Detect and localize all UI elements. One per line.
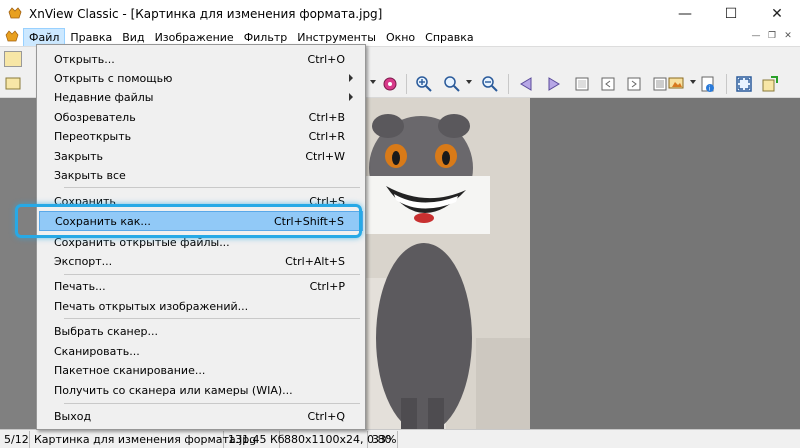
maximize-button[interactable]: ☐ (708, 0, 754, 28)
menu-item-close[interactable]: Закрыть Ctrl+W (39, 146, 363, 166)
status-bar: 5/12 Картинка для изменения формата.jpg … (0, 429, 800, 448)
dropdown-arrow-icon[interactable] (370, 80, 376, 84)
menu-item-print-open-images[interactable]: Печать открытых изображений... (39, 296, 363, 316)
red-eye-icon[interactable] (380, 74, 400, 94)
document-menu-icon[interactable] (5, 30, 19, 44)
info-icon[interactable]: i (698, 74, 718, 94)
menu-separator (64, 318, 360, 319)
window-title: XnView Classic - [Картинка для изменения… (29, 7, 383, 21)
next-image-icon[interactable] (544, 74, 564, 94)
status-dimensions: 880x1100x24, 0.80 (280, 430, 392, 448)
image-preview (366, 98, 530, 429)
mdi-minimize-button[interactable]: — (748, 28, 764, 44)
menu-item-open[interactable]: Открыть... Ctrl+O (39, 49, 363, 69)
mdi-close-button[interactable]: ✕ (780, 28, 796, 44)
minimize-button[interactable]: — (662, 0, 708, 28)
menu-view[interactable]: Вид (117, 29, 149, 46)
slideshow-icon[interactable] (666, 74, 686, 94)
menu-item-close-all[interactable]: Закрыть все (39, 165, 363, 185)
convert-icon[interactable] (760, 74, 780, 94)
menu-item-recent-files[interactable]: Недавние файлы (39, 87, 363, 107)
menu-window[interactable]: Окно (381, 29, 420, 46)
menu-filter[interactable]: Фильтр (239, 29, 293, 46)
menu-image[interactable]: Изображение (150, 29, 239, 46)
toolbar-separator (726, 74, 727, 94)
status-filesize: 131.45 Кб (224, 430, 285, 448)
menu-item-acquire-wia[interactable]: Получить со сканера или камеры (WIA)... (39, 380, 363, 400)
close-button[interactable]: ✕ (754, 0, 800, 28)
menu-edit[interactable]: Правка (65, 29, 117, 46)
zoom-in-icon[interactable] (414, 74, 434, 94)
save-as-highlight-ring (15, 204, 362, 238)
previous-image-icon[interactable] (516, 74, 536, 94)
status-filename: Картинка для изменения формата.jpg (30, 430, 256, 448)
menu-item-export[interactable]: Экспорт... Ctrl+Alt+S (39, 251, 363, 271)
next-page-icon[interactable] (624, 74, 644, 94)
browser-icon[interactable] (4, 74, 24, 94)
xnview-app-icon (8, 7, 22, 19)
title-bar: XnView Classic - [Картинка для изменения… (0, 0, 800, 28)
menu-item-batch-scan[interactable]: Пакетное сканирование... (39, 360, 363, 380)
menu-help[interactable]: Справка (420, 29, 478, 46)
browser-tab-icon[interactable] (4, 51, 22, 67)
side-gutter (0, 98, 40, 429)
toolbar-separator (406, 74, 407, 94)
submenu-arrow-icon (349, 74, 353, 82)
menu-item-browser[interactable]: Обозреватель Ctrl+B (39, 107, 363, 127)
zoom-fit-icon[interactable] (442, 74, 462, 94)
menu-separator (64, 274, 360, 275)
toolbar-separator (508, 74, 509, 94)
menu-item-reopen[interactable]: Переоткрыть Ctrl+R (39, 126, 363, 146)
submenu-arrow-icon (349, 93, 353, 101)
menu-item-scan[interactable]: Сканировать... (39, 341, 363, 361)
menu-separator (64, 187, 360, 188)
menu-separator (64, 403, 360, 404)
status-zoom: 33% (368, 430, 398, 448)
previous-page-icon[interactable] (598, 74, 618, 94)
menu-item-print[interactable]: Печать... Ctrl+P (39, 276, 363, 296)
first-page-icon[interactable] (572, 74, 592, 94)
dropdown-arrow-icon[interactable] (466, 80, 472, 84)
mdi-restore-button[interactable]: ❐ (764, 28, 780, 44)
dropdown-arrow-icon[interactable] (690, 80, 696, 84)
menu-item-open-with[interactable]: Открыть с помощью (39, 68, 363, 88)
status-index: 5/12 (0, 430, 30, 448)
menu-item-select-scanner[interactable]: Выбрать сканер... (39, 321, 363, 341)
fullscreen-icon[interactable] (734, 74, 754, 94)
zoom-out-icon[interactable] (480, 74, 500, 94)
menu-tools[interactable]: Инструменты (292, 29, 381, 46)
menu-item-exit[interactable]: Выход Ctrl+Q (39, 406, 363, 426)
